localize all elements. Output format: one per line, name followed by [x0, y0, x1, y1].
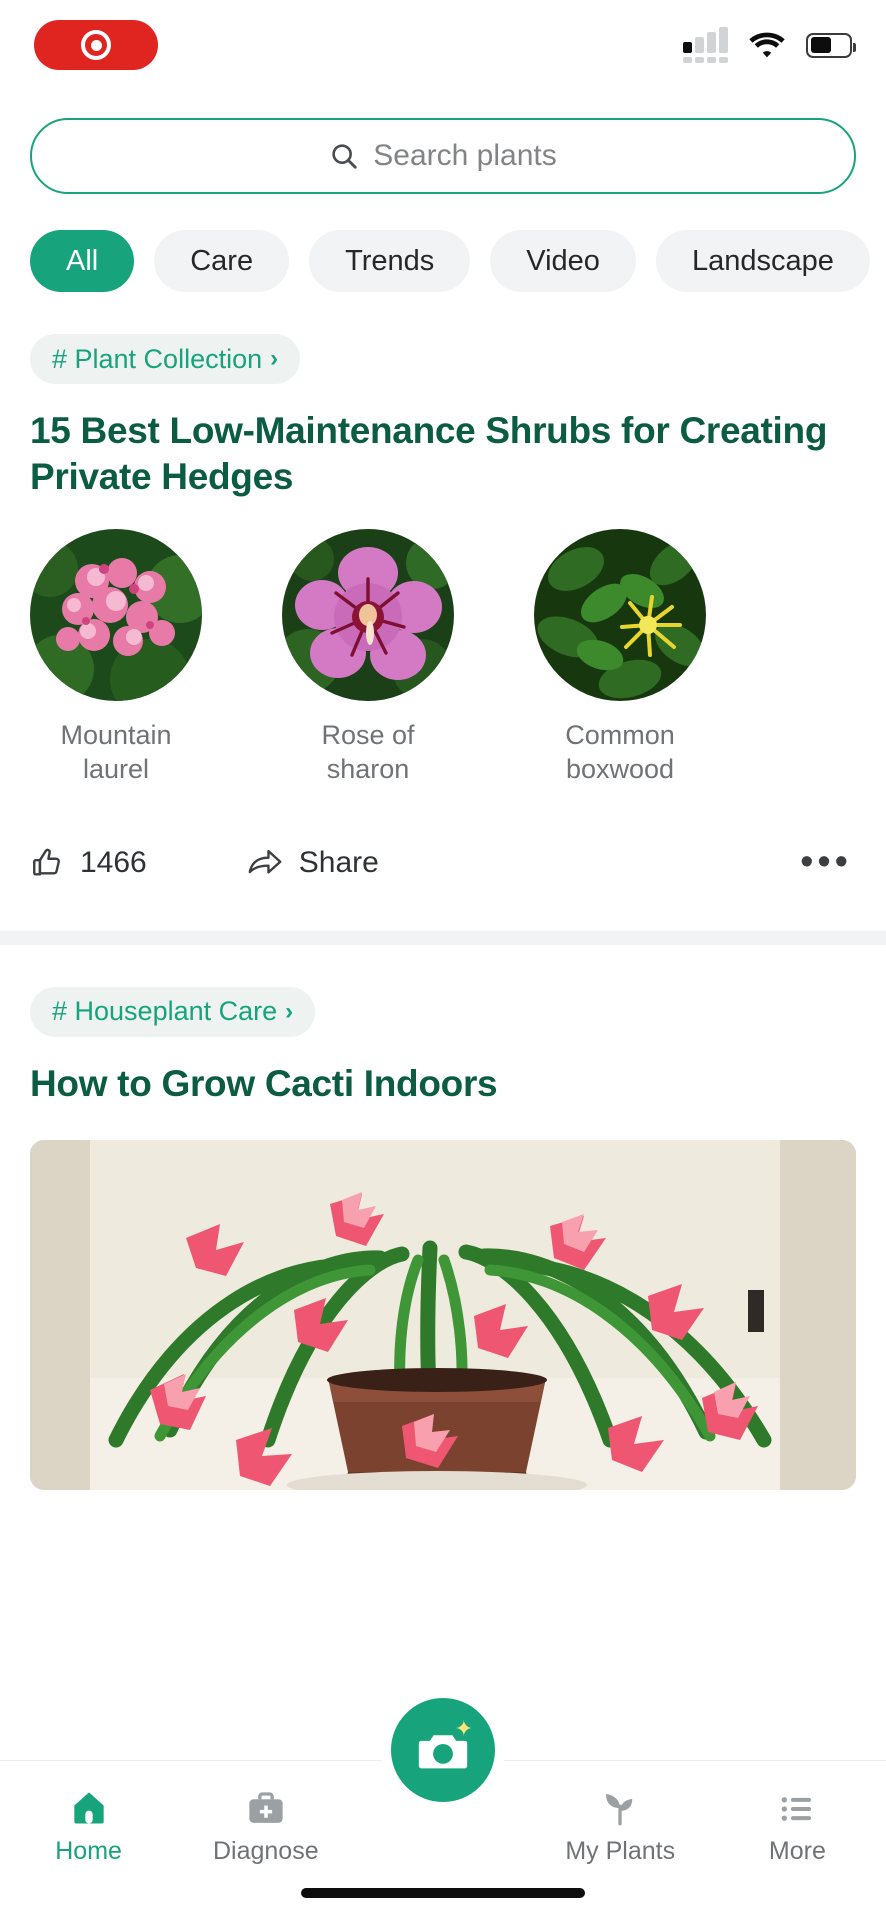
battery-icon: [806, 32, 856, 58]
diagnose-kit-icon: [245, 1783, 287, 1829]
filter-chip-row[interactable]: All Care Trends Video Landscape: [0, 194, 886, 292]
article-card-cacti[interactable]: # Houseplant Care › How to Grow Cacti In…: [0, 945, 886, 1490]
engagement-bar: 1466 Share •••: [30, 833, 856, 893]
plant-image: [282, 529, 454, 701]
home-indicator: [301, 1888, 585, 1898]
recording-pill: [34, 20, 158, 70]
nav-item-my-plants[interactable]: My Plants: [532, 1783, 709, 1866]
search-section: Search plants: [0, 90, 886, 194]
plant-thumb-mountain-laurel[interactable]: Mountain laurel: [30, 529, 202, 787]
plant-thumb-rose-of-sharon[interactable]: Rose of sharon: [282, 529, 454, 787]
app-screen: Search plants All Care Trends Video Land…: [0, 0, 886, 1920]
nav-label: Home: [55, 1837, 122, 1865]
plant-thumb-common-boxwood[interactable]: Common boxwood: [534, 529, 706, 787]
nav-item-more[interactable]: More: [709, 1783, 886, 1866]
share-button[interactable]: Share: [247, 846, 379, 880]
wifi-icon: [749, 32, 785, 58]
tag-label: # Houseplant Care: [52, 996, 278, 1026]
plant-thumbnail-row[interactable]: Mountain laurel Rose of sharon Common bo…: [30, 529, 856, 787]
sparkle-icon: ✦: [454, 1716, 473, 1741]
filter-chip-video[interactable]: Video: [490, 230, 636, 292]
like-button[interactable]: 1466: [30, 846, 147, 880]
more-options-icon[interactable]: •••: [800, 843, 852, 881]
plant-caption: Mountain laurel: [60, 720, 172, 784]
list-menu-icon: [776, 1783, 818, 1829]
nav-item-diagnose[interactable]: Diagnose: [177, 1783, 354, 1866]
filter-chip-landscape[interactable]: Landscape: [655, 230, 870, 292]
plant-caption: Rose of sharon: [321, 720, 415, 784]
record-dot: [90, 39, 102, 51]
nav-label: More: [768, 1837, 826, 1865]
thumbs-up-icon: [33, 848, 60, 876]
filter-chip-all[interactable]: All: [30, 230, 135, 292]
search-icon: [332, 144, 357, 169]
article-headline: How to Grow Cacti Indoors: [30, 1062, 498, 1104]
record-icon: [81, 30, 111, 60]
chevron-right-icon: ›: [285, 997, 294, 1025]
status-bar: [0, 0, 886, 90]
plant-image: [534, 529, 706, 701]
home-icon: [67, 1783, 111, 1829]
chevron-right-icon: ›: [270, 345, 279, 372]
search-input[interactable]: Search plants: [30, 118, 856, 194]
tag-label: # Plant Collection: [52, 343, 263, 374]
section-divider: [0, 930, 886, 945]
share-label: Share: [298, 845, 379, 879]
nav-item-home[interactable]: Home: [0, 1783, 177, 1866]
cellular-signal-icon: [683, 27, 728, 63]
plant-caption: Common boxwood: [565, 720, 675, 784]
nav-label: My Plants: [565, 1837, 676, 1865]
leaf-icon: [598, 1783, 642, 1829]
filter-chip-trends[interactable]: Trends: [309, 230, 471, 292]
share-icon: [248, 849, 282, 874]
camera-identify-button[interactable]: ✦: [381, 1688, 505, 1812]
search-placeholder: Search plants: [373, 139, 557, 172]
tag-houseplant-care[interactable]: # Houseplant Care ›: [30, 986, 316, 1037]
article-card-shrubs[interactable]: # Plant Collection › 15 Best Low-Mainten…: [0, 292, 886, 893]
tag-plant-collection[interactable]: # Plant Collection ›: [30, 334, 301, 384]
like-count: 1466: [80, 845, 147, 879]
plant-image: [30, 529, 202, 701]
nav-label: Diagnose: [212, 1837, 319, 1865]
filter-chip-care[interactable]: Care: [154, 230, 290, 292]
article-hero-image[interactable]: [30, 1140, 856, 1490]
status-icons: [683, 27, 856, 63]
article-headline: 15 Best Low-Maintenance Shrubs for Creat…: [30, 410, 828, 497]
